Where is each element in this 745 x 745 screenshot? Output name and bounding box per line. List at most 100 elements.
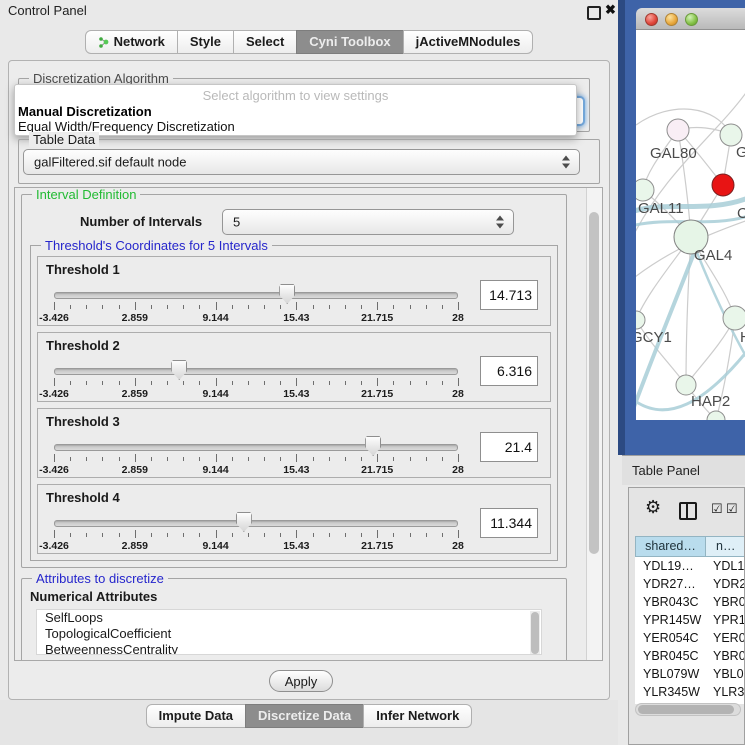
close-traffic-light-icon[interactable] [645,13,658,26]
cell-name[interactable]: YPR1 [713,611,744,629]
checkbox-icon[interactable]: ☑ [726,501,738,517]
tab-jactivemnodules[interactable]: jActiveMNodules [403,30,534,54]
cell-name[interactable]: YLR3 [713,683,744,701]
zoom-traffic-light-icon[interactable] [685,13,698,26]
vertical-scrollbar[interactable] [586,188,602,660]
slider-thumb[interactable] [171,360,187,380]
table-panel-header: Table Panel [622,455,745,485]
table-row[interactable]: YDR27… YDR2 [635,575,744,593]
slider-thumb[interactable] [236,512,252,532]
algorithm-dropdown-popup: Select algorithm to view settings Manual… [14,84,577,136]
threshold-slider[interactable]: -3.4262.8599.14415.4321.71528 [54,360,458,402]
cell-name[interactable]: YER0 [713,629,744,647]
column-header-name[interactable]: n… [706,536,744,557]
threshold-1-panel: Threshold 1 -3.4262.8599.14415.4321.7152… [37,256,551,326]
threshold-slider[interactable]: -3.4262.8599.14415.4321.71528 [54,284,458,326]
columns-icon[interactable] [679,502,697,520]
cell-name[interactable]: YBL0 [713,665,744,683]
table-row[interactable]: YPR145W YPR1 [635,611,744,629]
tab-impute-data[interactable]: Impute Data [146,704,246,728]
cell-shared-name[interactable]: YER054C [643,629,699,647]
node-gal80[interactable] [667,119,689,141]
horizontal-scrollbar-thumb[interactable] [638,705,734,714]
list-scrollbar-thumb[interactable] [531,612,539,654]
cell-name[interactable]: YBR0 [713,647,744,665]
cell-shared-name[interactable]: YLR345W [643,683,700,701]
threshold-slider[interactable]: -3.4262.8599.14415.4321.71528 [54,436,458,478]
node-ga[interactable] [720,124,742,146]
slider-tick-labels: -3.4262.8599.14415.4321.71528 [54,312,458,324]
cell-shared-name[interactable]: YPR145W [643,611,701,629]
tab-cyni-toolbox[interactable]: Cyni Toolbox [296,30,403,54]
list-scrollbar[interactable] [530,611,540,655]
gear-icon[interactable]: ⚙ [645,497,661,518]
numerical-attributes-label: Numerical Attributes [30,589,157,604]
float-window-icon[interactable] [587,6,601,20]
list-item[interactable]: SelfLoops [37,610,541,626]
node-selected-red[interactable] [712,174,734,196]
checkbox-icon[interactable]: ☑ [711,501,723,517]
network-nodes[interactable] [636,119,745,420]
network-canvas[interactable]: GAL80 GA C GAL11 GAL4 GCY1 H HAP2 [636,30,745,420]
tab-style[interactable]: Style [177,30,234,54]
list-item[interactable]: BetweennessCentrality [37,642,541,655]
cell-name[interactable]: YDL1 [713,557,744,575]
node-h[interactable] [723,306,745,330]
list-item[interactable]: TopologicalCoefficient [37,626,541,642]
screen: Control Panel ✖ Network Style Select Cyn… [0,0,745,745]
node-hap2[interactable] [676,375,696,395]
threshold-value-field[interactable] [480,280,538,310]
cell-shared-name[interactable]: YDR27… [643,575,696,593]
tab-select[interactable]: Select [233,30,297,54]
slider-track[interactable] [54,292,458,299]
cell-shared-name[interactable]: YBR045C [643,647,699,665]
slider-track[interactable] [54,444,458,451]
combo-value: galFiltered.sif default node [34,155,186,170]
slider-thumb[interactable] [279,284,295,304]
cell-name[interactable]: YBR0 [713,593,744,611]
threshold-3-panel: Threshold 3 -3.4262.8599.14415.4321.7152… [37,408,551,478]
table-data-combobox[interactable]: galFiltered.sif default node [23,149,580,175]
cell-shared-name[interactable]: YDL19… [643,557,694,575]
vertical-scrollbar-thumb[interactable] [589,212,599,554]
slider-track[interactable] [54,368,458,375]
threshold-value-field[interactable] [480,356,538,386]
column-header-shared-name[interactable]: shared… [635,536,706,557]
network-node-label: GA [736,144,745,161]
cell-shared-name[interactable]: YBL079W [643,665,699,683]
close-icon[interactable]: ✖ [605,2,616,18]
minimize-traffic-light-icon[interactable] [665,13,678,26]
slider-ticks [54,378,458,387]
table-panel-body: ⚙ ☑ ☑ shared… n… YDL19… YDL1 YDR27… YDR2… [628,487,745,745]
node-bottom[interactable] [707,411,725,420]
apply-button[interactable]: Apply [269,670,333,692]
tab-discretize-data[interactable]: Discretize Data [245,704,364,728]
slider-thumb[interactable] [365,436,381,456]
table-header-row: shared… n… [635,536,744,557]
horizontal-scrollbar[interactable] [635,703,741,716]
threshold-slider[interactable]: -3.4262.8599.14415.4321.71528 [54,512,458,554]
threshold-2-panel: Threshold 2 -3.4262.8599.14415.4321.7152… [37,332,551,402]
table-row[interactable]: YER054C YER0 [635,629,744,647]
table-row[interactable]: YLR345W YLR3 [635,683,744,701]
cell-shared-name[interactable]: YBR043C [643,593,699,611]
table-row[interactable]: YDL19… YDL1 [635,557,744,575]
threshold-value-field[interactable] [480,508,538,538]
threshold-value-field[interactable] [480,432,538,462]
node-gal11[interactable] [636,179,654,201]
threshold-4-panel: Threshold 4 -3.4262.8599.14415.4321.7152… [37,484,551,554]
node-gcy1[interactable] [636,311,645,329]
threshold-label: Threshold 4 [46,490,120,505]
combo-arrows-icon [562,156,571,169]
slider-track[interactable] [54,520,458,527]
cell-name[interactable]: YDR2 [713,575,744,593]
table-row[interactable]: YBR043C YBR0 [635,593,744,611]
popup-item-manual-discretization[interactable]: Manual Discretization [18,104,152,119]
table-row[interactable]: YBR045C YBR0 [635,647,744,665]
tab-network[interactable]: Network [85,30,178,54]
network-window-titlebar[interactable] [636,8,745,30]
tab-infer-network[interactable]: Infer Network [363,704,472,728]
group-title: Table Data [29,132,99,147]
table-row[interactable]: YBL079W YBL0 [635,665,744,683]
number-of-intervals-combobox[interactable]: 5 [222,209,514,235]
